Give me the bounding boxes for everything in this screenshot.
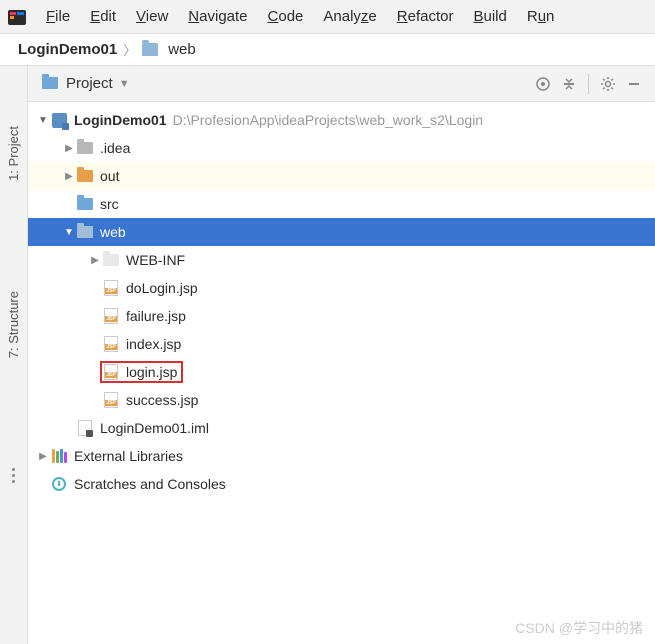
menu-file[interactable]: File	[36, 4, 80, 29]
tree-root-path: D:\ProfesionApp\ideaProjects\web_work_s2…	[173, 112, 484, 128]
arrow-down-icon[interactable]: ▼	[36, 115, 50, 126]
menu-bar: File Edit View Navigate Code Analyze Ref…	[0, 0, 655, 34]
folder-icon	[76, 196, 94, 212]
menu-refactor[interactable]: Refactor	[387, 4, 464, 29]
tree-file-jsp-highlighted[interactable]: login.jsp	[28, 358, 655, 386]
jsp-icon	[102, 364, 120, 380]
library-icon	[50, 448, 68, 464]
tree-folder-src[interactable]: src	[28, 190, 655, 218]
tree-label: failure.jsp	[126, 308, 186, 324]
tree-label: LoginDemo01.iml	[100, 420, 209, 436]
jsp-icon	[102, 308, 120, 324]
dock-tab-project[interactable]: 1: Project	[6, 126, 21, 181]
tree-external-libraries[interactable]: ▶ External Libraries	[28, 442, 655, 470]
menu-edit[interactable]: Edit	[80, 4, 126, 29]
arrow-right-icon[interactable]: ▶	[88, 255, 102, 266]
menu-build[interactable]: Build	[463, 4, 516, 29]
arrow-down-icon[interactable]: ▼	[62, 227, 76, 238]
tree-root-label: LoginDemo01	[74, 112, 167, 128]
left-dock: 1: Project 7: Structure	[0, 66, 28, 644]
breadcrumb-root[interactable]: LoginDemo01	[18, 41, 117, 58]
breadcrumb-child[interactable]: web	[168, 41, 196, 58]
tree-label: .idea	[100, 140, 130, 156]
folder-icon	[76, 224, 94, 240]
panel-title[interactable]: Project	[66, 75, 113, 92]
app-icon	[6, 6, 28, 28]
minimize-icon[interactable]	[621, 71, 647, 97]
tree-label: login.jsp	[126, 364, 177, 380]
iml-icon	[76, 420, 94, 436]
dock-dots-icon	[12, 468, 15, 483]
menu-view[interactable]: View	[126, 4, 178, 29]
project-icon	[42, 76, 60, 91]
jsp-icon	[102, 336, 120, 352]
collapse-icon[interactable]	[556, 71, 582, 97]
tree-file-iml[interactable]: LoginDemo01.iml	[28, 414, 655, 442]
tree-label: External Libraries	[74, 448, 183, 464]
arrow-right-icon[interactable]: ▶	[36, 451, 50, 462]
module-icon	[50, 112, 68, 128]
gear-icon[interactable]	[595, 71, 621, 97]
jsp-icon	[102, 280, 120, 296]
watermark: CSDN @学习中的猪	[515, 618, 643, 638]
project-tree: ▼ LoginDemo01 D:\ProfesionApp\ideaProjec…	[28, 102, 655, 644]
tree-folder-idea[interactable]: ▶ .idea	[28, 134, 655, 162]
tree-file-jsp[interactable]: index.jsp	[28, 330, 655, 358]
tree-root[interactable]: ▼ LoginDemo01 D:\ProfesionApp\ideaProjec…	[28, 106, 655, 134]
jsp-icon	[102, 392, 120, 408]
folder-icon	[76, 168, 94, 184]
tree-folder-out[interactable]: ▶ out	[28, 162, 655, 190]
tree-folder-webinf[interactable]: ▶ WEB-INF	[28, 246, 655, 274]
menu-navigate[interactable]: Navigate	[178, 4, 257, 29]
breadcrumb: LoginDemo01 〉 web	[0, 34, 655, 66]
tree-folder-web[interactable]: ▼ web	[28, 218, 655, 246]
tree-file-jsp[interactable]: failure.jsp	[28, 302, 655, 330]
scratches-icon	[50, 476, 68, 492]
arrow-right-icon[interactable]: ▶	[62, 143, 76, 154]
panel-header: Project ▼	[28, 66, 655, 102]
folder-icon	[142, 43, 158, 56]
tree-label: doLogin.jsp	[126, 280, 198, 296]
tree-label: web	[100, 224, 126, 240]
arrow-right-icon[interactable]: ▶	[62, 171, 76, 182]
tree-label: out	[100, 168, 119, 184]
dock-tab-structure[interactable]: 7: Structure	[6, 291, 21, 358]
tree-scratches[interactable]: Scratches and Consoles	[28, 470, 655, 498]
chevron-right-icon: 〉	[123, 40, 136, 59]
folder-icon	[102, 252, 120, 268]
menu-code[interactable]: Code	[258, 4, 314, 29]
folder-icon	[76, 140, 94, 156]
divider	[588, 74, 589, 94]
target-icon[interactable]	[530, 71, 556, 97]
menu-analyze[interactable]: Analyze	[313, 4, 386, 29]
tree-label: success.jsp	[126, 392, 198, 408]
tree-file-jsp[interactable]: doLogin.jsp	[28, 274, 655, 302]
tree-file-jsp[interactable]: success.jsp	[28, 386, 655, 414]
tree-label: index.jsp	[126, 336, 181, 352]
tree-label: WEB-INF	[126, 252, 185, 268]
menu-run[interactable]: Run	[517, 4, 565, 29]
chevron-down-icon[interactable]: ▼	[119, 78, 130, 90]
tree-label: src	[100, 196, 119, 212]
tree-label: Scratches and Consoles	[74, 476, 226, 492]
